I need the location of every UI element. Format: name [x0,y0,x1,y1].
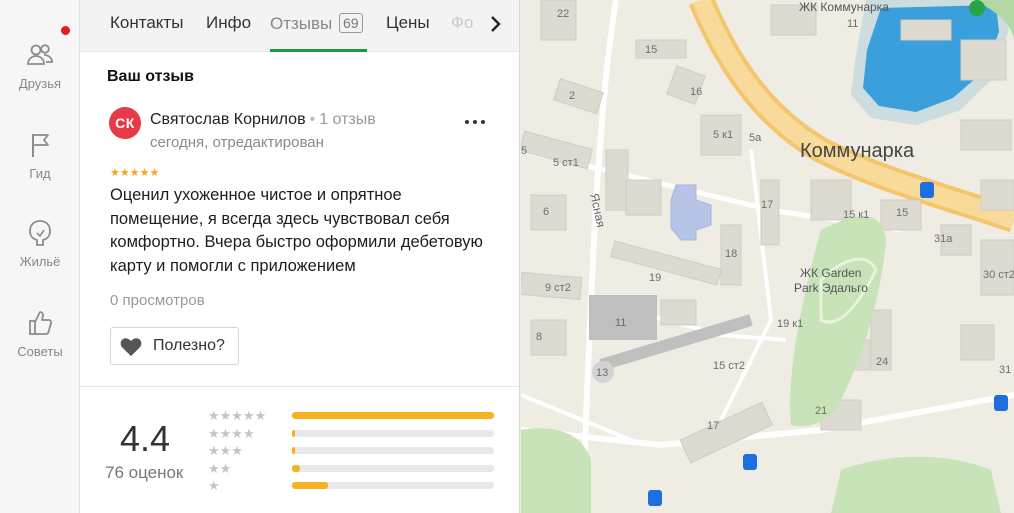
map-house-number: 9 ст2 [545,282,571,294]
average-rating: 4.4 [120,418,171,459]
map-house-number: 24 [876,356,889,368]
map-house-number: 18 [725,248,738,260]
map-house-number: 17 [707,420,720,432]
map-house-number: 6 [543,206,550,218]
map-complex-label: Park Эдальго [794,281,868,295]
flag-icon [32,134,49,157]
tab-contacts[interactable]: Контакты [110,13,183,33]
map-house-number: 31а [934,233,953,245]
rating-bar-fill [292,430,295,437]
review-star-rating: ★★★★★ [110,167,160,179]
tab-photos[interactable]: Фо [451,13,473,33]
map-house-number: 15 к1 [843,209,870,221]
map-canvas [521,0,1014,513]
notification-dot [61,26,70,35]
author-review-count[interactable]: 1 отзыв [319,111,376,128]
nav-item-housing[interactable]: Жильё [0,218,80,269]
useful-button[interactable]: Полезно? [110,327,239,365]
star-level-icon: ★★★★ [208,426,255,441]
rating-bar-track [292,430,494,437]
tab-reviews[interactable]: Отзывы 69 [270,13,363,34]
map-house-number: 15 [645,44,658,56]
nav-item-friends[interactable]: Друзья [0,40,80,91]
tab-bar: Контакты Инфо Отзывы 69 Цены Фо [80,0,519,52]
chevron-right-icon[interactable] [489,14,501,34]
author-name[interactable]: Святослав Корнилов [150,111,306,128]
map-house-number: 15 ст2 [713,360,745,372]
nav-item-guide[interactable]: Гид [0,130,80,181]
rating-bar-track [292,412,494,419]
separator-dot: • [309,111,316,128]
star-level-icon: ★★ [208,461,232,476]
map-complex-label: ЖК Коммунарка [799,0,889,14]
rating-bar-track [292,447,494,454]
review-views: 0 просмотров [110,292,205,309]
tab-prices[interactable]: Цены [386,13,430,33]
rating-bar-fill [292,412,494,419]
more-dots-icon [465,120,485,124]
star-level-icon: ★★★★★ [208,408,267,423]
map-view[interactable]: 22 15 2 16 5 к1 5а 5 5 ст1 6 17 18 15 к1… [521,0,1014,513]
rating-bar-fill [292,482,329,489]
nav-label-tips: Советы [17,344,63,359]
useful-label: Полезно? [153,337,225,354]
thumbs-up-icon [29,311,53,335]
left-nav-rail: Друзья Гид Жильё Советы [0,0,80,513]
friends-icon [27,44,53,65]
map-house-number: 30 ст2 [983,269,1014,281]
map-house-number: 8 [536,331,543,343]
review-date: сегодня, отредактирован [150,134,324,151]
map-house-number: 11 [615,317,627,329]
map-house-number: 15 [896,207,909,219]
your-review-title: Ваш отзыв [107,68,194,85]
place-panel: Контакты Инфо Отзывы 69 Цены Фо Ваш отзы… [80,0,520,513]
map-house-number: 31 [999,364,1012,376]
more-options-button[interactable] [464,110,486,131]
map-house-number: 5 к1 [713,129,734,141]
map-house-number: 19 к1 [777,318,804,330]
map-house-number: 22 [557,8,570,20]
map-city-label: Коммунарка [800,140,915,162]
star-level-icon: ★ [208,478,220,493]
nav-label-housing: Жильё [19,254,61,269]
map-house-number: 11 [847,18,859,30]
rating-bar-fill [292,465,301,472]
map-house-number: 17 [761,199,774,211]
nav-label-guide: Гид [29,166,51,181]
map-house-number: 5 ст1 [553,157,579,169]
divider [80,386,519,387]
rating-bar-fill [292,447,295,454]
star-level-icon: ★★★ [208,443,243,458]
map-house-number: 13 [596,367,609,379]
tab-reviews-label: Отзывы [270,14,333,33]
map-complex-label: ЖК Garden [800,266,862,280]
nav-label-friends: Друзья [18,76,62,91]
map-house-number: 5 [521,145,528,157]
rating-bar-track [292,482,494,489]
review-author-line: Святослав Корнилов • 1 отзыв [150,111,376,129]
tab-info[interactable]: Инфо [206,13,251,33]
map-house-number: 5а [749,132,762,144]
housing-icon [29,220,51,246]
active-tab-indicator [270,49,367,52]
nav-item-tips[interactable]: Советы [0,308,80,359]
heart-icon [120,338,142,357]
map-house-number: 16 [690,86,703,98]
map-house-number: 2 [569,90,576,102]
map-house-number: 21 [815,405,828,417]
review-text: Оценил ухоженное чистое и опрятное помещ… [110,186,483,275]
rating-bar-track [292,465,494,472]
map-house-number: 19 [649,272,662,284]
tab-reviews-count: 69 [339,13,363,33]
rating-count: 76 оценок [105,463,184,482]
avatar[interactable]: СК [109,107,141,139]
